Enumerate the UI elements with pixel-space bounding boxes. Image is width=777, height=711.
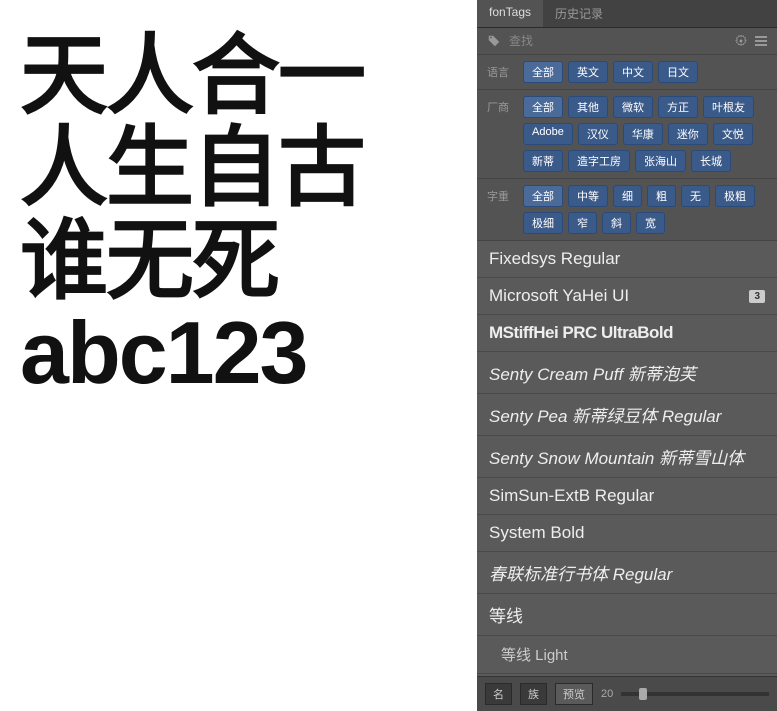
slider-thumb[interactable] <box>639 688 647 700</box>
font-name: Microsoft YaHei UI <box>489 286 629 306</box>
font-item[interactable]: Fixedsys Regular <box>477 241 777 278</box>
pill-中等[interactable]: 中等 <box>568 185 608 207</box>
pill-窄[interactable]: 窄 <box>568 212 597 234</box>
pill-日文[interactable]: 日文 <box>658 61 698 83</box>
pills-vendor: 全部其他微软方正叶根友 Adobe汉仪华康迷你文悦新蒂造字工房张海山长城 <box>523 96 767 172</box>
font-item[interactable]: System Bold <box>477 515 777 552</box>
pill-英文[interactable]: 英文 <box>568 61 608 83</box>
size-slider[interactable] <box>621 692 769 696</box>
count-badge: 3 <box>749 290 765 303</box>
font-name: System Bold <box>489 523 584 543</box>
font-item[interactable]: 等线 Light <box>477 636 777 674</box>
pill-新蒂[interactable]: 新蒂 <box>523 150 563 172</box>
pill-斜[interactable]: 斜 <box>602 212 631 234</box>
family-button[interactable]: 族 <box>520 683 547 705</box>
filter-weight: 字重 全部中等细粗无极粗极细窄斜宽 <box>477 179 777 241</box>
filter-language: 语言 全部英文中文日文 <box>477 55 777 90</box>
pill-迷你[interactable]: 迷你 <box>668 123 708 145</box>
preview-area: 天人合一人生自古谁无死abc123 <box>0 0 477 711</box>
filter-label-weight: 字重 <box>487 185 513 234</box>
pill-方正[interactable]: 方正 <box>658 96 698 118</box>
menu-icon[interactable] <box>755 35 767 47</box>
pill-Adobe[interactable]: Adobe <box>523 123 573 145</box>
font-item[interactable]: MStiffHei PRC UltraBold <box>477 315 777 352</box>
pill-无[interactable]: 无 <box>681 185 710 207</box>
font-item[interactable]: 春联标准行书体 Regular <box>477 552 777 594</box>
pill-汉仪[interactable]: 汉仪 <box>578 123 618 145</box>
size-value: 20 <box>601 688 613 700</box>
font-item[interactable]: Senty Pea 新蒂绿豆体 Regular <box>477 394 777 436</box>
pill-长城[interactable]: 长城 <box>691 150 731 172</box>
preview-text: 天人合一人生自古谁无死abc123 <box>20 30 457 400</box>
font-panel: fonTags历史记录 语言 全部英文中文日文 厂商 全部其他微软方正叶根友Ad… <box>477 0 777 711</box>
font-name: Senty Pea 新蒂绿豆体 Regular <box>489 402 721 427</box>
search-input[interactable] <box>509 34 727 48</box>
tag-icon <box>487 34 501 48</box>
pill-文悦[interactable]: 文悦 <box>713 123 753 145</box>
font-name: Senty Cream Puff 新蒂泡芙 <box>489 360 696 385</box>
font-name: 春联标准行书体 Regular <box>489 560 672 585</box>
filter-label-language: 语言 <box>487 61 513 83</box>
font-name: Fixedsys Regular <box>489 249 620 269</box>
pill-全部[interactable]: 全部 <box>523 185 563 207</box>
preview-button[interactable]: 预览 <box>555 683 593 705</box>
pill-全部[interactable]: 全部 <box>523 96 563 118</box>
bottom-bar: 名 族 预览 20 <box>477 676 777 711</box>
font-item[interactable]: Microsoft YaHei UI 3 <box>477 278 777 315</box>
filter-label-vendor: 厂商 <box>487 96 513 172</box>
pill-粗[interactable]: 粗 <box>647 185 676 207</box>
font-item[interactable]: 等线 <box>477 594 777 636</box>
pill-华康[interactable]: 华康 <box>623 123 663 145</box>
name-button[interactable]: 名 <box>485 683 512 705</box>
font-item[interactable]: Senty Cream Puff 新蒂泡芙 <box>477 352 777 394</box>
pill-细[interactable]: 细 <box>613 185 642 207</box>
font-item[interactable]: SimSun-ExtB Regular <box>477 478 777 515</box>
pills-language: 全部英文中文日文 <box>523 61 698 83</box>
font-name: Senty Snow Mountain 新蒂雪山体 <box>489 444 744 469</box>
pill-其他[interactable]: 其他 <box>568 96 608 118</box>
tab-fonTags[interactable]: fonTags <box>477 0 543 27</box>
pill-宽[interactable]: 宽 <box>636 212 665 234</box>
font-name: 等线 <box>489 602 523 627</box>
pills-weight: 全部中等细粗无极粗极细窄斜宽 <box>523 185 767 234</box>
pill-中文[interactable]: 中文 <box>613 61 653 83</box>
pill-极细[interactable]: 极细 <box>523 212 563 234</box>
panel-tabs: fonTags历史记录 <box>477 0 777 28</box>
font-name: SimSun-ExtB Regular <box>489 486 654 506</box>
filter-vendor: 厂商 全部其他微软方正叶根友 Adobe汉仪华康迷你文悦新蒂造字工房张海山长城 <box>477 90 777 179</box>
tab-历史记录[interactable]: 历史记录 <box>543 0 615 27</box>
pill-极粗[interactable]: 极粗 <box>715 185 755 207</box>
font-name: MStiffHei PRC UltraBold <box>489 323 673 343</box>
font-name: 等线 Light <box>501 644 568 665</box>
search-row <box>477 28 777 55</box>
font-item[interactable]: Senty Snow Mountain 新蒂雪山体 <box>477 436 777 478</box>
settings-icon[interactable] <box>735 35 747 47</box>
pill-造字工房[interactable]: 造字工房 <box>568 150 630 172</box>
pill-叶根友[interactable]: 叶根友 <box>703 96 754 118</box>
pill-张海山[interactable]: 张海山 <box>635 150 686 172</box>
pill-全部[interactable]: 全部 <box>523 61 563 83</box>
font-list[interactable]: Fixedsys Regular Microsoft YaHei UI 3 MStif… <box>477 241 777 676</box>
pill-微软[interactable]: 微软 <box>613 96 653 118</box>
